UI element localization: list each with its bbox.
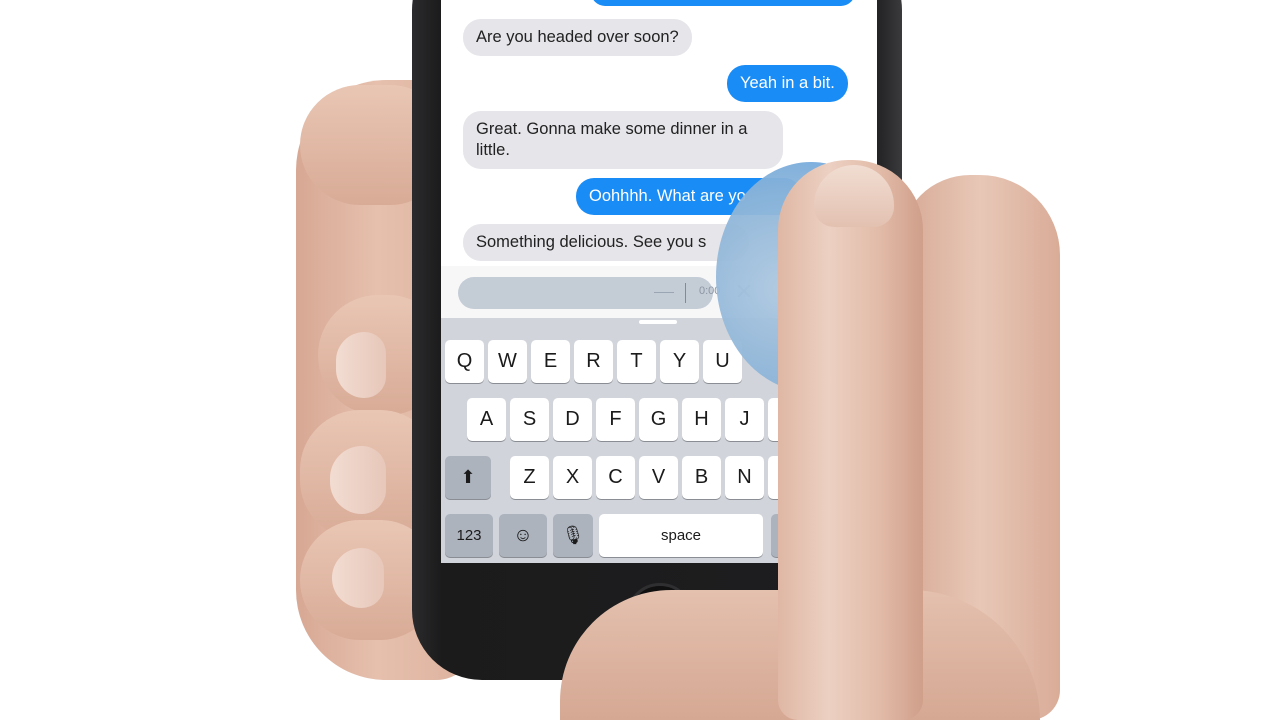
key-z[interactable]: Z xyxy=(510,456,549,499)
thumb xyxy=(778,160,923,720)
key-a[interactable]: A xyxy=(467,398,506,441)
numbers-key[interactable]: 123 xyxy=(445,514,493,557)
key-q[interactable]: Q xyxy=(445,340,484,383)
key-e[interactable]: E xyxy=(531,340,570,383)
key-g[interactable]: G xyxy=(639,398,678,441)
key-d[interactable]: D xyxy=(553,398,592,441)
space-key[interactable]: space xyxy=(599,514,763,557)
key-n[interactable]: N xyxy=(725,456,764,499)
key-y[interactable]: Y xyxy=(660,340,699,383)
shift-arrow-icon: ⬆ xyxy=(460,467,476,487)
emoji-key[interactable]: ☺ xyxy=(499,514,547,557)
left-nail-4 xyxy=(332,548,384,608)
key-s[interactable]: S xyxy=(510,398,549,441)
key-c[interactable]: C xyxy=(596,456,635,499)
message-bubble-outgoing[interactable]: Yeah in a bit. xyxy=(727,65,848,102)
keyboard-grabber xyxy=(639,320,677,324)
left-nail-3 xyxy=(330,446,386,514)
message-bubble-incoming[interactable]: Are you headed over soon? xyxy=(463,19,692,56)
shift-key[interactable]: ⬆ xyxy=(445,456,491,499)
key-x[interactable]: X xyxy=(553,456,592,499)
audio-recording-field[interactable]: 0:00 xyxy=(458,277,720,309)
message-bubble-incoming[interactable]: Great. Gonna make some dinner in a littl… xyxy=(463,111,783,169)
key-v[interactable]: V xyxy=(639,456,678,499)
audio-waveform xyxy=(654,292,674,293)
dictation-key[interactable]: 🎙 xyxy=(553,514,593,557)
message-partial-top xyxy=(591,0,855,6)
audio-playhead xyxy=(685,283,686,303)
microphone-icon: 🎙 xyxy=(561,525,585,545)
key-b[interactable]: B xyxy=(682,456,721,499)
left-nail-2 xyxy=(336,332,386,398)
key-t[interactable]: T xyxy=(617,340,656,383)
key-f[interactable]: F xyxy=(596,398,635,441)
key-h[interactable]: H xyxy=(682,398,721,441)
key-w[interactable]: W xyxy=(488,340,527,383)
emoji-icon: ☺ xyxy=(513,525,533,546)
key-r[interactable]: R xyxy=(574,340,613,383)
message-bubble-incoming[interactable]: Something delicious. See you s xyxy=(463,224,749,261)
key-j[interactable]: J xyxy=(725,398,764,441)
